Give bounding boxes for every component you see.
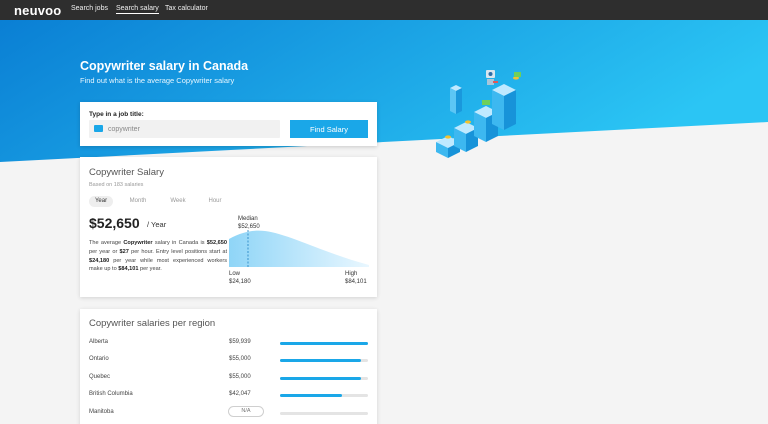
- find-salary-button[interactable]: Find Salary: [290, 120, 368, 138]
- tab-hour[interactable]: Hour: [204, 196, 226, 207]
- region-bar-fill: [280, 394, 342, 397]
- salary-card: Copywriter Salary Based on 183 salaries …: [80, 157, 377, 297]
- region-row: British Columbia $42,047: [80, 391, 377, 401]
- region-salary: $42,047: [229, 391, 251, 397]
- region-bar: [280, 359, 368, 362]
- salary-period: / Year: [147, 220, 167, 229]
- region-name: Manitoba: [89, 409, 114, 415]
- region-row: Alberta $59,939: [80, 339, 377, 349]
- page-title: Copywriter salary in Canada: [80, 59, 249, 73]
- salaries-count: Based on 183 salaries: [89, 182, 144, 188]
- salary-growth-illustration: [436, 70, 521, 158]
- region-salary: $55,000: [229, 356, 251, 362]
- regions-card: Copywriter salaries per region Alberta $…: [80, 309, 377, 424]
- page-subtitle: Find out what is the average Copywriter …: [80, 76, 235, 85]
- region-name: Quebec: [89, 374, 111, 380]
- region-row: Quebec $55,000: [80, 374, 377, 384]
- not-available-badge: N/A: [228, 406, 264, 417]
- region-bar-fill: [280, 342, 368, 345]
- region-bar: [280, 342, 368, 345]
- search-card: Type in a job title: Find Salary: [80, 102, 377, 146]
- region-salary: $55,000: [229, 374, 251, 380]
- salary-description: The average Copywriter salary in Canada …: [89, 240, 227, 273]
- salary-card-title: Copywriter Salary: [89, 167, 164, 178]
- nav-search-jobs[interactable]: Search jobs: [71, 5, 108, 12]
- average-salary: $52,650: [89, 215, 140, 231]
- tab-month[interactable]: Month: [124, 196, 152, 207]
- region-bar: [280, 394, 368, 397]
- briefcase-icon: [94, 125, 103, 132]
- region-bar-fill: [280, 377, 361, 380]
- top-nav: neuvoo Search jobs Search salary Tax cal…: [0, 0, 768, 20]
- low-label: Low: [229, 271, 241, 277]
- region-bar-fill: [280, 359, 361, 362]
- neuvoo-logo[interactable]: neuvoo: [14, 3, 61, 18]
- region-row: Manitoba N/A: [80, 406, 377, 419]
- nav-search-salary[interactable]: Search salary: [116, 5, 159, 14]
- tab-year[interactable]: Year: [89, 196, 113, 207]
- region-name: Ontario: [89, 356, 109, 362]
- region-row: Ontario $55,000: [80, 356, 377, 366]
- median-value: $52,650: [238, 224, 260, 230]
- tab-week[interactable]: Week: [166, 196, 190, 207]
- region-salary: $59,939: [229, 339, 251, 345]
- region-name: Alberta: [89, 339, 109, 345]
- job-title-input[interactable]: [108, 123, 276, 135]
- region-bar: [280, 412, 368, 415]
- region-bar: [280, 377, 368, 380]
- regions-title: Copywriter salaries per region: [89, 318, 216, 329]
- median-label: Median: [238, 216, 258, 222]
- search-label: Type in a job title:: [89, 111, 144, 118]
- search-box[interactable]: [89, 120, 280, 138]
- high-value: $84,101: [345, 279, 367, 285]
- region-name: British Columbia: [89, 391, 133, 397]
- nav-tax-calculator[interactable]: Tax calculator: [165, 5, 208, 12]
- high-label: High: [345, 271, 358, 277]
- low-value: $24,180: [229, 279, 251, 285]
